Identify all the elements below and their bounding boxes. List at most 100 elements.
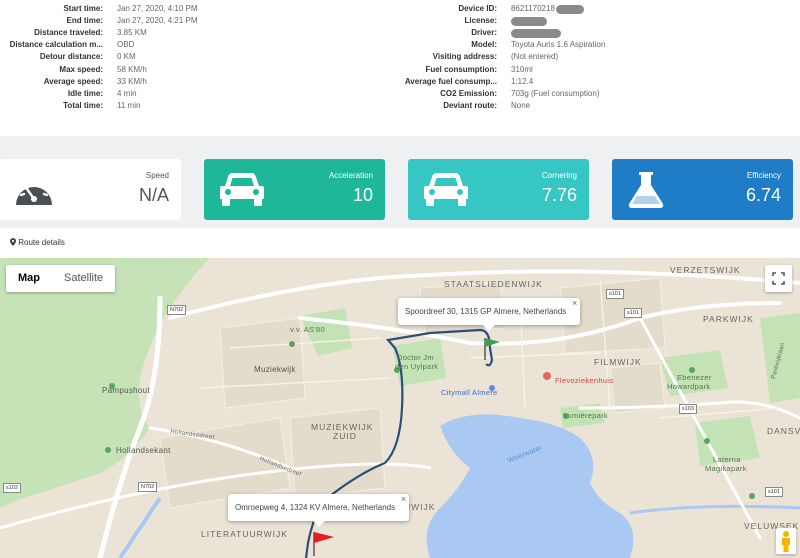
cornering-label: Cornering bbox=[541, 171, 577, 180]
fullscreen-icon bbox=[772, 272, 785, 285]
detail-label: Deviant route: bbox=[443, 100, 497, 110]
street bbox=[659, 407, 781, 419]
speed-value: N/A bbox=[138, 185, 169, 205]
end-location-address: Spoordreef 30, 1315 GP Almere, Netherlan… bbox=[405, 307, 567, 316]
map-label: DANSV bbox=[767, 426, 800, 436]
detail-value: 58 KM/h bbox=[117, 64, 147, 74]
acceleration-card: Acceleration 10 bbox=[204, 159, 385, 220]
flask-icon bbox=[628, 172, 664, 208]
map-type-control: Map Satellite bbox=[6, 265, 116, 292]
street bbox=[469, 352, 601, 359]
end-location-popup[interactable]: Spoordreef 30, 1315 GP Almere, Netherlan… bbox=[398, 298, 581, 331]
detail-label: Fuel consumption: bbox=[425, 64, 497, 74]
detail-label: Detour distance: bbox=[39, 52, 103, 62]
fullscreen-button[interactable] bbox=[765, 265, 792, 292]
map-label: Howardpark bbox=[667, 382, 711, 391]
speed-card: Speed N/A bbox=[0, 159, 181, 220]
tab-satellite[interactable]: Satellite bbox=[52, 265, 115, 292]
efficiency-value: 6.74 bbox=[745, 185, 781, 205]
efficiency-label: Efficiency bbox=[746, 171, 781, 180]
start-flag-icon bbox=[313, 532, 334, 556]
start-location-address: Omroepweg 4, 1324 KV Almere, Netherlands bbox=[235, 503, 396, 512]
route-map[interactable]: STAATSLIEDENWIJK VERZETSWIJK PARKWIJK FI… bbox=[0, 258, 800, 558]
detail-value: 703g (Fuel consumption) bbox=[511, 88, 600, 98]
detail-label: Idle time: bbox=[67, 88, 103, 98]
map-label: Muziekwijk bbox=[254, 365, 296, 374]
poi-marker-icon bbox=[105, 447, 111, 453]
detail-row-device-id: Device ID: 8621170218 bbox=[400, 3, 605, 15]
trip-details-right: Device ID: 8621170218 License: Driver: Mo… bbox=[400, 3, 605, 112]
park-marker-icon bbox=[704, 438, 710, 444]
efficiency-card: Efficiency 6.74 bbox=[612, 159, 793, 220]
detail-label: Distance calculation m... bbox=[9, 40, 103, 50]
redacted-block bbox=[511, 28, 561, 38]
detail-row-max-speed: Max speed: 58 KM/h bbox=[0, 63, 198, 75]
detail-row-avg-speed: Average speed: 33 KM/h bbox=[0, 76, 198, 88]
road-shield: N702 bbox=[138, 482, 158, 492]
detail-label: License: bbox=[464, 16, 497, 26]
road-shield: s103 bbox=[679, 404, 697, 414]
canal bbox=[118, 496, 162, 558]
cornering-value: 7.76 bbox=[541, 185, 577, 205]
map-marker-icon bbox=[10, 238, 16, 246]
detail-row-co2: CO2 Emission: 703g (Fuel consumption) bbox=[400, 88, 605, 100]
park-marker-icon bbox=[289, 341, 295, 347]
detail-value: 3.85 KM bbox=[117, 28, 147, 38]
hospital-marker-icon bbox=[543, 372, 551, 380]
detail-row-idle-time: Idle time: 4 min bbox=[0, 88, 198, 100]
close-icon[interactable]: × bbox=[572, 290, 577, 317]
detail-label: Average fuel consump... bbox=[404, 76, 497, 86]
canal bbox=[629, 504, 800, 515]
map-label: LITERATUURWIJK bbox=[201, 529, 288, 539]
detail-row-distance-method: Distance calculation m... OBD bbox=[0, 39, 198, 51]
road-shield: s102 bbox=[3, 483, 21, 493]
trip-details-panel: Start time: Jan 27, 2020, 4:10 PM End tim… bbox=[0, 0, 800, 136]
detail-label: Driver: bbox=[471, 28, 497, 38]
detail-label: Start time: bbox=[63, 4, 103, 14]
map-label: ZUID bbox=[333, 431, 357, 441]
detail-value: OBD bbox=[117, 40, 135, 50]
detail-value: None bbox=[511, 100, 531, 110]
detail-value: 1:12.4 bbox=[511, 76, 534, 86]
redacted-block bbox=[511, 16, 547, 26]
detail-row-detour: Detour distance: 0 KM bbox=[0, 51, 198, 63]
close-icon[interactable]: × bbox=[401, 486, 406, 513]
detail-row-license: License: bbox=[400, 15, 605, 27]
street-view-pegman[interactable] bbox=[776, 528, 796, 554]
map-label: Magikapark bbox=[705, 464, 747, 473]
map-label: Laterna bbox=[713, 455, 741, 464]
road-shield: s101 bbox=[606, 289, 624, 299]
acceleration-value: 10 bbox=[352, 185, 373, 205]
start-location-popup[interactable]: Omroepweg 4, 1324 KV Almere, Netherlands… bbox=[228, 494, 410, 527]
weerwater-lake bbox=[426, 414, 634, 558]
detail-row-avg-fuel: Average fuel consump... 1:12.4 bbox=[400, 76, 605, 88]
detail-value: Jan 27, 2020, 4:21 PM bbox=[117, 16, 198, 26]
map-label: FILMWIJK bbox=[594, 357, 642, 367]
road-shield: N702 bbox=[167, 305, 187, 315]
road-shield: s101 bbox=[624, 308, 642, 318]
detail-row-fuel: Fuel consumption: 310ml bbox=[400, 63, 605, 75]
detail-value: Toyota Auris 1.6 Aspiration bbox=[511, 40, 606, 50]
map-label: Hollandsekant bbox=[116, 446, 171, 455]
detail-label: Device ID: bbox=[458, 4, 497, 14]
detail-row-deviant-route: Deviant route: None bbox=[400, 100, 605, 112]
detail-label: Total time: bbox=[63, 100, 103, 110]
detail-label: Model: bbox=[471, 40, 497, 50]
speedometer-icon bbox=[16, 178, 52, 205]
map-label: Pampushout bbox=[102, 386, 150, 395]
trip-details-left: Start time: Jan 27, 2020, 4:10 PM End tim… bbox=[0, 3, 198, 112]
detail-label: Max speed: bbox=[59, 64, 103, 74]
car-icon bbox=[424, 173, 468, 206]
detail-value: Jan 27, 2020, 4:10 PM bbox=[117, 4, 198, 14]
detail-row-start-time: Start time: Jan 27, 2020, 4:10 PM bbox=[0, 3, 198, 15]
road-shield: s101 bbox=[765, 487, 783, 497]
tab-map[interactable]: Map bbox=[6, 265, 52, 292]
route-details-title: Route details bbox=[18, 238, 65, 247]
detail-value: 0 KM bbox=[117, 52, 136, 62]
map-label: Doctor Jm bbox=[397, 353, 434, 362]
speed-label: Speed bbox=[145, 171, 169, 180]
map-label: Citymall Almere bbox=[441, 388, 498, 397]
park-marker-icon bbox=[749, 493, 755, 499]
cornering-card: Cornering 7.76 bbox=[408, 159, 589, 220]
car-icon bbox=[220, 173, 264, 206]
